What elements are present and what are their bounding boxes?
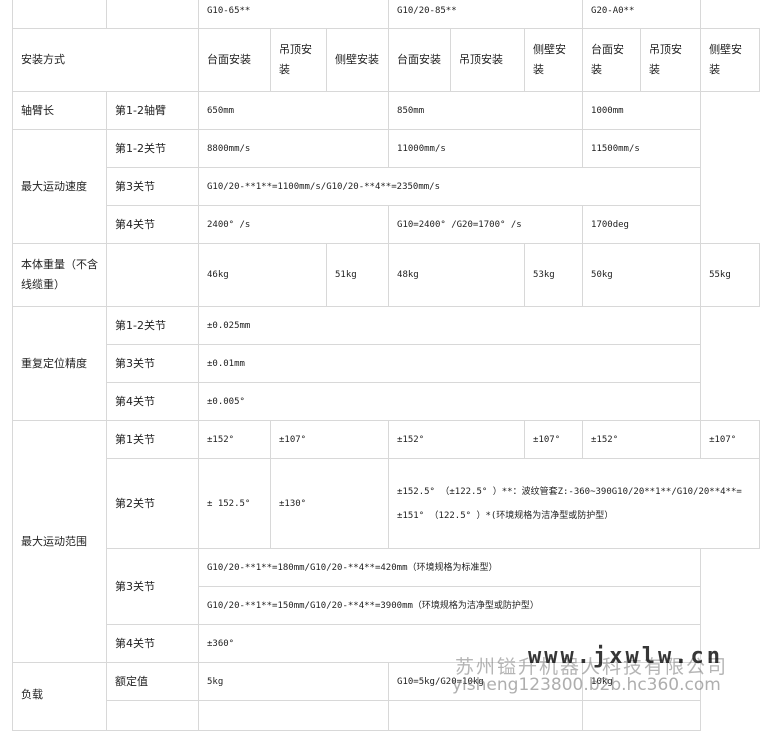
watermark-url: yisheng123800.b2b.hc360.com — [452, 675, 721, 695]
value-cell: ±130° — [269, 458, 390, 549]
repeat-row-2: 第3关节 ±0.01mm — [13, 344, 760, 383]
value-cell: 48kg — [388, 243, 526, 307]
value-cell: G10/20-**1**=1100mm/s/G10/20-**4**=2350m… — [197, 167, 702, 206]
value-cell: 8800mm/s — [197, 129, 390, 168]
row-label: 负载 — [12, 662, 107, 731]
row-label: 最大运动范围 — [12, 420, 107, 663]
row-label: 最大运动速度 — [12, 129, 107, 244]
value-cell: 51kg — [325, 243, 390, 307]
range-row-2: 第2关节 ± 152.5° ±130° ±152.5° （±122.5° ）**… — [13, 458, 760, 549]
install-option: 侧壁安装 — [325, 28, 390, 92]
value-cell: G10=2400° /G20=1700° /s — [388, 205, 584, 244]
value-cell: 46kg — [198, 243, 327, 307]
value-cell: 1000mm — [582, 91, 702, 130]
value-cell: G10/20-**1**=150mm/G10/20-**4**=3900mm（环… — [197, 586, 702, 625]
value-cell: 11000mm/s — [388, 129, 584, 168]
model-cell: G10/20-85** — [388, 0, 584, 29]
value-cell: 11500mm/s — [582, 129, 702, 168]
value-cell: 2400° /s — [197, 205, 390, 244]
arm-row: 轴臂长 第1-2轴臂 650mm 850mm 1000mm — [12, 91, 760, 130]
install-option: 吊顶安装 — [640, 28, 702, 92]
sub-label: 第3关节 — [106, 167, 199, 206]
value-cell: ±107° — [269, 420, 390, 459]
value-cell: 5kg — [197, 662, 390, 701]
sub-label: 第1-2关节 — [106, 306, 199, 345]
value-cell: 1700deg — [582, 205, 702, 244]
value-cell: ±107° — [700, 420, 760, 459]
install-option: 台面安装 — [198, 28, 271, 92]
value-empty — [582, 700, 702, 731]
sub-label: 额定值 — [106, 662, 199, 701]
load-row-2 — [13, 700, 760, 731]
sub-label: 第3关节 — [106, 548, 199, 625]
value-empty — [388, 700, 584, 731]
speed-row-1: 最大运动速度 第1-2关节 8800mm/s 11000mm/s 11500mm… — [12, 129, 760, 244]
row-label: 轴臂长 — [12, 91, 107, 130]
install-option: 吊顶安装 — [450, 28, 526, 92]
range-row-3: 第3关节 G10/20-**1**=180mm/G10/20-**4**=420… — [13, 548, 760, 625]
range-row-1: 最大运动范围 第1关节 ±152° ±107° ±152° ±107° ±152… — [12, 420, 760, 663]
repeat-row-3: 第4关节 ±0.005° — [13, 382, 760, 421]
sub-label-empty — [106, 700, 199, 731]
weight-row: 本体重量（不含线缆重） 46kg 51kg 48kg 53kg 50kg 55k… — [12, 243, 760, 307]
value-cell: 650mm — [197, 91, 390, 130]
sub-label-empty — [106, 243, 199, 307]
speed-row-2: 第3关节 G10/20-**1**=1100mm/s/G10/20-**4**=… — [13, 167, 760, 206]
value-cell: ±152° — [198, 420, 271, 459]
sub-label: 第4关节 — [106, 205, 199, 244]
sub-label: 第3关节 — [106, 344, 199, 383]
value-cell: 55kg — [700, 243, 760, 307]
model-row: G10-65** G10/20-85** G20-A0** — [12, 0, 760, 29]
install-option: 台面安装 — [582, 28, 642, 92]
install-option: 侧壁安装 — [700, 28, 760, 92]
sub-label: 第2关节 — [106, 458, 199, 549]
sub-label: 第1-2轴臂 — [106, 91, 199, 130]
value-cell: 53kg — [524, 243, 584, 307]
sub-label: 第1关节 — [106, 420, 199, 459]
value-empty — [197, 700, 390, 731]
install-option: 侧壁安装 — [524, 28, 584, 92]
value-cell: ±0.01mm — [197, 344, 702, 383]
sub-label: 第4关节 — [106, 624, 199, 663]
repeat-row-1: 重复定位精度 第1-2关节 ±0.025mm — [12, 306, 760, 421]
value-cell: 850mm — [388, 91, 584, 130]
model-empty — [106, 0, 199, 29]
install-row: 安装方式 台面安装 吊顶安装 侧壁安装 台面安装 吊顶安装 侧壁安装 台面安装 … — [12, 28, 760, 92]
row-label: 安装方式 — [12, 28, 199, 92]
sub-label: 第4关节 — [106, 382, 199, 421]
speed-row-3: 第4关节 2400° /s G10=2400° /G20=1700° /s 17… — [13, 205, 760, 244]
value-cell: ±107° — [524, 420, 584, 459]
value-cell: ±0.005° — [197, 382, 702, 421]
value-cell: ±0.025mm — [197, 306, 702, 345]
value-cell: ±152° — [388, 420, 526, 459]
model-cell: G20-A0** — [582, 0, 702, 29]
spec-table: G10-65** G10/20-85** G20-A0** 安装方式 台面安装 … — [12, 0, 760, 731]
value-cell: ±152° — [582, 420, 702, 459]
row-label: 本体重量（不含线缆重） — [12, 243, 107, 307]
value-cell: G10/20-**1**=180mm/G10/20-**4**=420mm（环境… — [197, 548, 702, 587]
model-empty — [12, 0, 107, 29]
value-cell: ±152.5° （±122.5° ）**：波纹管套Z:-360~390G10/2… — [388, 458, 760, 549]
value-cell: 50kg — [582, 243, 702, 307]
row-label: 重复定位精度 — [12, 306, 107, 421]
value-cell: ± 152.5° — [198, 458, 271, 549]
install-option: 台面安装 — [388, 28, 452, 92]
watermark-site: www.jxwlw.cn — [528, 644, 723, 669]
sub-label: 第1-2关节 — [106, 129, 199, 168]
model-cell: G10-65** — [197, 0, 390, 29]
install-option: 吊顶安装 — [270, 28, 327, 92]
